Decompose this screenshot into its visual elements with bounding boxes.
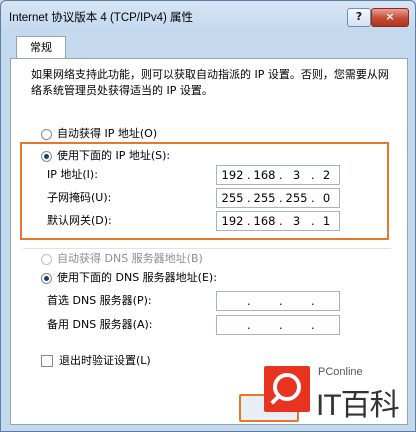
preferred-dns-label: 首选 DNS 服务器(P): [47, 294, 152, 307]
auto-ip-option[interactable]: 自动获得 IP 地址(O) [41, 127, 157, 141]
auto-dns-label: 自动获得 DNS 服务器地址(B) [57, 252, 203, 265]
validate-checkbox[interactable] [41, 355, 53, 367]
divider [23, 248, 391, 249]
manual-dns-radio[interactable] [41, 272, 52, 284]
title-bar: Internet 协议版本 4 (TCP/IPv4) 属性 ? × [1, 1, 415, 31]
watermark-small-text: PConline [318, 366, 363, 378]
close-button[interactable]: × [371, 8, 409, 27]
auto-ip-radio[interactable] [41, 128, 52, 140]
validate-label: 退出时验证设置(L) [59, 354, 151, 367]
window-title: Internet 协议版本 4 (TCP/IPv4) 属性 [9, 12, 194, 24]
description-text: 如果网络支持此功能，则可以获取自动指派的 IP 设置。否则，您需要从网络系统管理… [31, 68, 389, 97]
alternate-dns-label: 备用 DNS 服务器(A): [47, 318, 153, 331]
auto-ip-label: 自动获得 IP 地址(O) [57, 127, 158, 140]
help-button[interactable]: ? [347, 8, 371, 27]
auto-dns-option[interactable]: 自动获得 DNS 服务器地址(B) [41, 252, 203, 266]
manual-dns-option[interactable]: 使用下面的 DNS 服务器地址(E): [41, 271, 217, 285]
preferred-dns-input[interactable]: . . . [216, 291, 340, 311]
manual-dns-label: 使用下面的 DNS 服务器地址(E): [57, 271, 217, 284]
tab-general[interactable]: 常规 [16, 36, 66, 59]
watermark: PConline IT百科 [262, 364, 412, 430]
alternate-dns-input[interactable]: . . . [216, 315, 340, 335]
auto-dns-radio[interactable] [41, 253, 52, 265]
search-logo-icon [264, 366, 310, 412]
ip-settings-highlight [20, 142, 389, 240]
watermark-big-text: IT百科 [316, 389, 400, 422]
